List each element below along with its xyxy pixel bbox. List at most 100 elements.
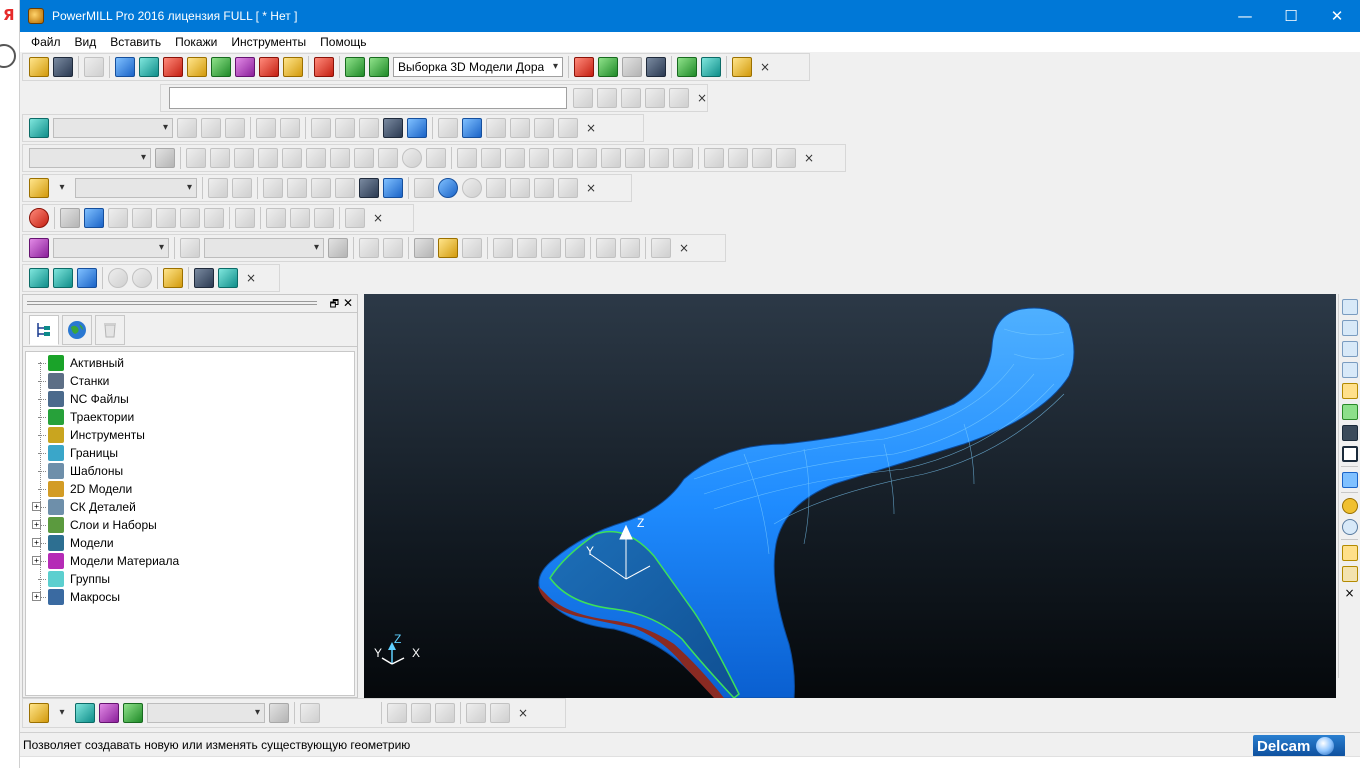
pattern-edit-8-icon[interactable] — [625, 148, 645, 168]
menu-insert[interactable]: Вставить — [103, 32, 168, 52]
layers-icon[interactable] — [29, 268, 49, 288]
print-icon[interactable] — [84, 57, 104, 77]
accept-icon[interactable] — [108, 268, 128, 288]
tree-item-groups[interactable]: Группы — [26, 570, 354, 588]
menu-file[interactable]: Файл — [24, 32, 68, 52]
curve-icon[interactable] — [311, 118, 331, 138]
pattern-tool-3-icon[interactable] — [234, 148, 254, 168]
zoom-box-icon[interactable] — [1342, 425, 1358, 441]
transform-icon[interactable] — [438, 118, 458, 138]
expand-icon[interactable]: + — [32, 592, 41, 601]
toolpath-strategies-icon[interactable] — [345, 57, 365, 77]
open-folder-icon[interactable] — [29, 57, 49, 77]
powermill-icon[interactable] — [28, 8, 44, 24]
undo-icon[interactable] — [510, 178, 530, 198]
undo-arrow-icon[interactable] — [163, 268, 183, 288]
sim-tool-11-icon[interactable] — [345, 208, 365, 228]
toolbar-close-icon[interactable]: × — [244, 271, 258, 285]
refresh-view-icon[interactable] — [1342, 404, 1358, 420]
toolbar-close-icon[interactable]: × — [584, 121, 598, 135]
redo-icon[interactable] — [534, 118, 554, 138]
tree-item-patterns[interactable]: Шаблоны — [26, 462, 354, 480]
strategy-layer-icon[interactable] — [369, 57, 389, 77]
nc-program-icon[interactable] — [598, 57, 618, 77]
simulation-icon[interactable] — [732, 57, 752, 77]
select-icon[interactable] — [462, 118, 482, 138]
plane-icon[interactable] — [77, 268, 97, 288]
tab-explorer[interactable] — [29, 314, 59, 345]
stock-layer-icon[interactable] — [328, 238, 348, 258]
pattern-edit-9-icon[interactable] — [649, 148, 669, 168]
sim-tool-9-icon[interactable] — [266, 208, 286, 228]
pattern-combo[interactable]: ▾ — [29, 148, 151, 168]
grid-icon[interactable] — [596, 238, 616, 258]
edit-feature-icon[interactable] — [383, 178, 403, 198]
cancel-icon[interactable] — [426, 148, 446, 168]
level-tool-1-icon[interactable] — [75, 703, 95, 723]
curve-edit-icon[interactable] — [335, 118, 355, 138]
stock-tool-icon[interactable] — [180, 238, 200, 258]
sim-tool-4-icon[interactable] — [132, 208, 152, 228]
open-icon[interactable] — [208, 178, 228, 198]
level-tool-7-icon[interactable] — [435, 703, 455, 723]
pattern-edit-6-icon[interactable] — [577, 148, 597, 168]
ruler-icon[interactable] — [646, 57, 666, 77]
tab-globe[interactable] — [62, 314, 92, 345]
open-icon[interactable] — [256, 118, 276, 138]
wireframe-globe-icon[interactable] — [1342, 519, 1358, 535]
pattern-edit-7-icon[interactable] — [601, 148, 621, 168]
tool-icon[interactable] — [163, 57, 183, 77]
command-input[interactable] — [169, 87, 567, 109]
tree-item-toolpaths[interactable]: Траектории — [26, 408, 354, 426]
tab-recycle[interactable] — [95, 314, 125, 345]
curve-icon[interactable] — [263, 178, 283, 198]
undo-icon[interactable] — [597, 88, 617, 108]
explorer-close-icon[interactable]: ✕ — [343, 296, 353, 310]
sim-tool-2-icon[interactable] — [84, 208, 104, 228]
end-point-icon[interactable] — [259, 57, 279, 77]
redo-icon[interactable] — [534, 178, 554, 198]
refresh-icon[interactable] — [438, 178, 458, 198]
calculator-icon[interactable] — [622, 57, 642, 77]
model-boundary-icon[interactable] — [359, 118, 379, 138]
sim-tool-10-icon[interactable] — [290, 208, 310, 228]
toolbar-close-icon[interactable]: × — [695, 91, 709, 105]
stock-tool-2-icon[interactable] — [359, 238, 379, 258]
fit-view-icon[interactable] — [1342, 446, 1358, 462]
level-combo[interactable]: ▾ — [147, 703, 265, 723]
save-icon[interactable] — [462, 238, 482, 258]
tree-item-2d-models[interactable]: 2D Модели — [26, 480, 354, 498]
sim-tool-1-icon[interactable] — [60, 208, 80, 228]
stock-model-combo[interactable]: ▾ — [53, 238, 169, 258]
sketch-icon[interactable] — [359, 178, 379, 198]
magnet-icon[interactable] — [314, 57, 334, 77]
save-icon[interactable] — [194, 268, 214, 288]
sim-tool-6-icon[interactable] — [180, 208, 200, 228]
view-toolbar-close-icon[interactable]: × — [1339, 586, 1360, 600]
undo-icon[interactable] — [510, 118, 530, 138]
stock-tool-6-icon[interactable] — [517, 238, 537, 258]
menu-show[interactable]: Покажи — [168, 32, 224, 52]
chevron-down-icon[interactable]: ▾ — [55, 181, 69, 195]
toolbar-close-icon[interactable]: × — [516, 706, 530, 720]
pattern-layer-icon[interactable] — [155, 148, 175, 168]
eraser-icon[interactable] — [486, 118, 506, 138]
save-icon[interactable] — [314, 208, 334, 228]
minimize-button[interactable]: — — [1222, 0, 1268, 32]
rapid-move-icon[interactable] — [139, 57, 159, 77]
workplane-icon[interactable] — [53, 268, 73, 288]
toolbar-close-icon[interactable]: × — [584, 181, 598, 195]
probe-icon[interactable] — [728, 148, 748, 168]
menu-view[interactable]: Вид — [68, 32, 104, 52]
accept-icon[interactable] — [645, 88, 665, 108]
pattern-tool-7-icon[interactable] — [330, 148, 350, 168]
tree-item-layers[interactable]: + Слои и Наборы — [26, 516, 354, 534]
pattern-edit-10-icon[interactable] — [673, 148, 693, 168]
expand-icon[interactable]: + — [32, 538, 41, 547]
sim-tool-5-icon[interactable] — [156, 208, 176, 228]
boundary-combo[interactable]: ▾ — [53, 118, 173, 138]
pattern-tool-1-icon[interactable] — [186, 148, 206, 168]
transform-icon[interactable] — [414, 178, 434, 198]
stock-tool-7-icon[interactable] — [541, 238, 561, 258]
cancel-round-icon[interactable] — [132, 268, 152, 288]
